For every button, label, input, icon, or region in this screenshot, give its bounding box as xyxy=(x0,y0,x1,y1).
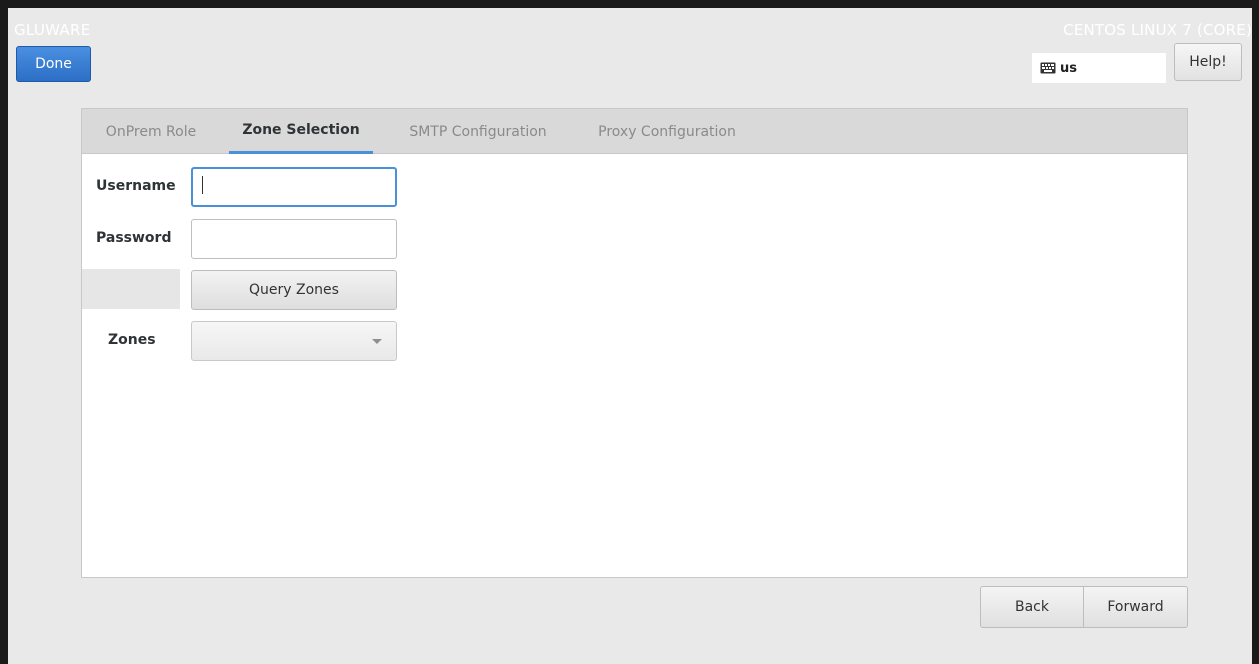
username-field-wrapper xyxy=(191,167,397,207)
back-button[interactable]: Back xyxy=(980,586,1084,628)
text-caret xyxy=(202,176,203,194)
username-label: Username xyxy=(96,178,176,194)
tab-bar: OnPrem Role Zone Selection SMTP Configur… xyxy=(82,109,1187,154)
help-button[interactable]: Help! xyxy=(1174,43,1242,81)
spacer-block xyxy=(82,269,180,309)
main-panel: OnPrem Role Zone Selection SMTP Configur… xyxy=(81,108,1188,578)
brand-title: GLUWARE xyxy=(14,21,91,39)
keyboard-icon xyxy=(1040,62,1056,74)
done-button[interactable]: Done xyxy=(16,46,91,82)
username-field[interactable] xyxy=(191,167,397,207)
password-label: Password xyxy=(96,230,172,246)
tab-onprem-role[interactable]: OnPrem Role xyxy=(92,109,210,154)
zones-label: Zones xyxy=(108,332,156,348)
keyboard-layout-indicator[interactable]: us xyxy=(1032,53,1166,83)
query-zones-button[interactable]: Query Zones xyxy=(191,270,397,310)
os-title: CENTOS LINUX 7 (CORE) xyxy=(1063,21,1252,39)
tab-smtp-configuration[interactable]: SMTP Configuration xyxy=(390,109,566,154)
password-field[interactable] xyxy=(191,219,397,259)
tab-zone-selection[interactable]: Zone Selection xyxy=(229,109,373,154)
zones-dropdown[interactable] xyxy=(191,321,397,361)
chevron-down-icon xyxy=(372,339,382,344)
tab-proxy-configuration[interactable]: Proxy Configuration xyxy=(579,109,755,154)
forward-button[interactable]: Forward xyxy=(1083,586,1188,628)
keyboard-layout-label: us xyxy=(1060,60,1077,76)
installer-window: GLUWARE CENTOS LINUX 7 (CORE) Done us He… xyxy=(8,8,1252,664)
